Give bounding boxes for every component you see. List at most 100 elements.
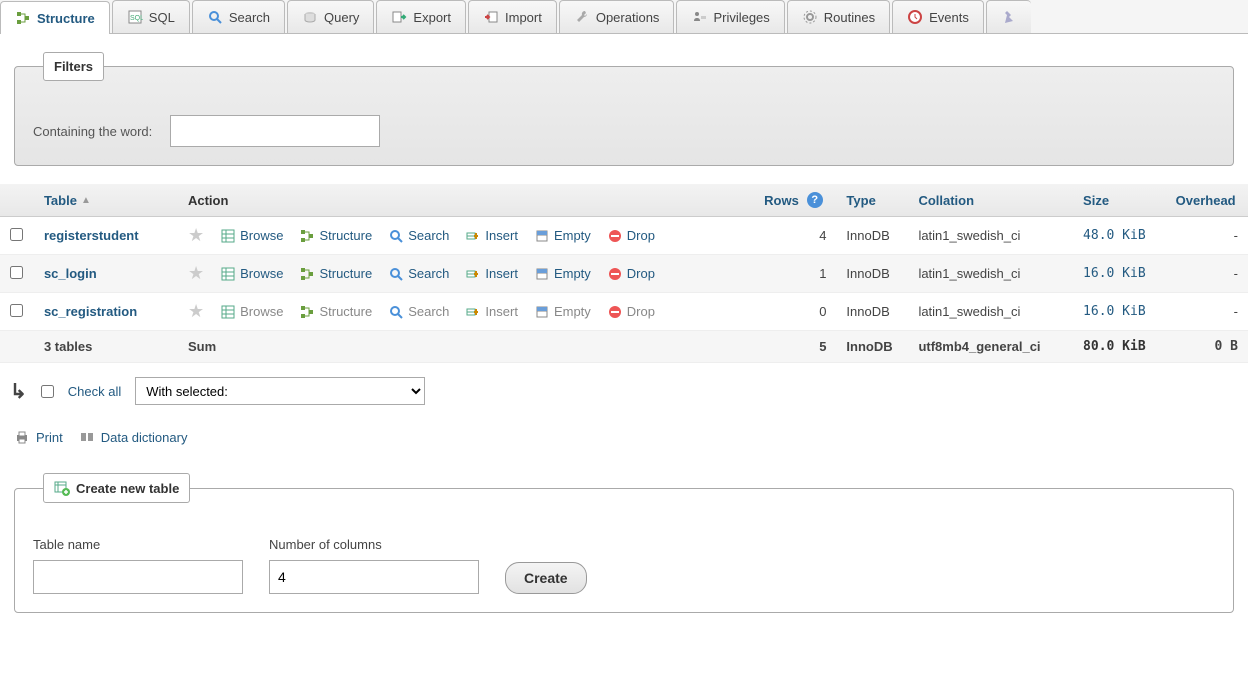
rows-value: 4 bbox=[754, 217, 836, 255]
columns-count-input[interactable] bbox=[269, 560, 479, 594]
tab-label: SQL bbox=[149, 10, 175, 25]
tab-privileges[interactable]: Privileges bbox=[676, 0, 784, 33]
summary-rows: 5 bbox=[754, 331, 836, 363]
insert-icon bbox=[465, 266, 481, 282]
export-icon bbox=[391, 9, 407, 25]
size-value: 48.0 KiB bbox=[1073, 217, 1166, 255]
browse-link[interactable]: Browse bbox=[220, 228, 283, 244]
favorite-star-icon[interactable]: ★ bbox=[188, 301, 204, 322]
table-row: sc_login ★ Browse Structure Search Insert Empt… bbox=[0, 255, 1248, 293]
col-type[interactable]: Type bbox=[836, 184, 908, 217]
table-name-input[interactable] bbox=[33, 560, 243, 594]
tab-label: Routines bbox=[824, 10, 875, 25]
drop-link[interactable]: Drop bbox=[607, 304, 655, 320]
rows-value: 1 bbox=[754, 255, 836, 293]
rows-value: 0 bbox=[754, 293, 836, 331]
create-table-fieldset: Create new table Table name Number of co… bbox=[14, 473, 1234, 613]
insert-link[interactable]: Insert bbox=[465, 304, 518, 320]
filter-input[interactable] bbox=[170, 115, 380, 147]
print-icon bbox=[14, 429, 30, 445]
create-button[interactable]: Create bbox=[505, 562, 587, 594]
col-table[interactable]: Table ▲ bbox=[34, 184, 178, 217]
tab-sql[interactable]: SQL SQL bbox=[112, 0, 190, 33]
structure-link[interactable]: Structure bbox=[299, 228, 372, 244]
drop-icon bbox=[607, 228, 623, 244]
tab-label: Import bbox=[505, 10, 542, 25]
row-checkbox[interactable] bbox=[10, 304, 23, 317]
structure-icon bbox=[15, 10, 31, 26]
browse-icon bbox=[220, 304, 236, 320]
empty-link[interactable]: Empty bbox=[534, 266, 591, 282]
type-value: InnoDB bbox=[836, 293, 908, 331]
dictionary-icon bbox=[79, 429, 95, 445]
col-action: Action bbox=[178, 184, 754, 217]
browse-icon bbox=[220, 266, 236, 282]
size-value: 16.0 KiB bbox=[1073, 255, 1166, 293]
empty-link[interactable]: Empty bbox=[534, 228, 591, 244]
collation-value: latin1_swedish_ci bbox=[908, 293, 1073, 331]
row-checkbox[interactable] bbox=[10, 228, 23, 241]
tab-routines[interactable]: Routines bbox=[787, 0, 890, 33]
triggers-icon bbox=[1001, 9, 1017, 25]
new-table-icon bbox=[54, 480, 70, 496]
empty-link[interactable]: Empty bbox=[534, 304, 591, 320]
structure-icon bbox=[299, 304, 315, 320]
help-icon[interactable]: ? bbox=[807, 192, 823, 208]
size-value: 16.0 KiB bbox=[1073, 293, 1166, 331]
query-icon bbox=[302, 9, 318, 25]
favorite-star-icon[interactable]: ★ bbox=[188, 263, 204, 284]
with-selected-select[interactable]: With selected: bbox=[135, 377, 425, 405]
search-link[interactable]: Search bbox=[388, 228, 449, 244]
table-name-link[interactable]: sc_registration bbox=[44, 304, 137, 319]
tab-more[interactable] bbox=[986, 0, 1031, 33]
table-row: sc_registration ★ Browse Structure Search Ins… bbox=[0, 293, 1248, 331]
browse-link[interactable]: Browse bbox=[220, 266, 283, 282]
gear-icon bbox=[802, 9, 818, 25]
col-rows[interactable]: Rows? bbox=[754, 184, 836, 217]
data-dictionary-link[interactable]: Data dictionary bbox=[79, 429, 188, 445]
tab-search[interactable]: Search bbox=[192, 0, 285, 33]
empty-icon bbox=[534, 304, 550, 320]
tab-label: Operations bbox=[596, 10, 660, 25]
summary-overhead: 0 B bbox=[1166, 331, 1248, 363]
tab-export[interactable]: Export bbox=[376, 0, 466, 33]
browse-icon bbox=[220, 228, 236, 244]
sql-icon: SQL bbox=[127, 9, 143, 25]
tab-events[interactable]: Events bbox=[892, 0, 984, 33]
table-name-link[interactable]: registerstudent bbox=[44, 228, 139, 243]
print-link[interactable]: Print bbox=[14, 429, 63, 445]
table-name-link[interactable]: sc_login bbox=[44, 266, 97, 281]
search-link[interactable]: Search bbox=[388, 266, 449, 282]
col-collation[interactable]: Collation bbox=[908, 184, 1073, 217]
tab-structure[interactable]: Structure bbox=[0, 1, 110, 34]
check-all-link[interactable]: Check all bbox=[68, 384, 121, 399]
summary-type: InnoDB bbox=[836, 331, 908, 363]
tables-grid: Table ▲ Action Rows? Type Collation Size… bbox=[0, 184, 1248, 363]
overhead-value: - bbox=[1166, 255, 1248, 293]
drop-link[interactable]: Drop bbox=[607, 266, 655, 282]
structure-link[interactable]: Structure bbox=[299, 266, 372, 282]
sort-asc-icon: ▲ bbox=[81, 195, 91, 206]
col-overhead[interactable]: Overhead bbox=[1166, 184, 1248, 217]
tab-label: Query bbox=[324, 10, 359, 25]
search-icon bbox=[388, 304, 404, 320]
top-tabs: Structure SQL SQL Search Query Export Im… bbox=[0, 0, 1248, 34]
tab-operations[interactable]: Operations bbox=[559, 0, 675, 33]
insert-link[interactable]: Insert bbox=[465, 228, 518, 244]
structure-link[interactable]: Structure bbox=[299, 304, 372, 320]
search-link[interactable]: Search bbox=[388, 304, 449, 320]
svg-text:SQL: SQL bbox=[130, 15, 143, 22]
check-all-row: ↳ Check all With selected: bbox=[0, 363, 1248, 419]
check-all-checkbox[interactable] bbox=[41, 385, 54, 398]
overhead-value: - bbox=[1166, 293, 1248, 331]
tab-label: Structure bbox=[37, 11, 95, 26]
type-value: InnoDB bbox=[836, 255, 908, 293]
insert-link[interactable]: Insert bbox=[465, 266, 518, 282]
drop-link[interactable]: Drop bbox=[607, 228, 655, 244]
favorite-star-icon[interactable]: ★ bbox=[188, 225, 204, 246]
row-checkbox[interactable] bbox=[10, 266, 23, 279]
browse-link[interactable]: Browse bbox=[220, 304, 283, 320]
col-size[interactable]: Size bbox=[1073, 184, 1166, 217]
tab-import[interactable]: Import bbox=[468, 0, 557, 33]
tab-query[interactable]: Query bbox=[287, 0, 374, 33]
